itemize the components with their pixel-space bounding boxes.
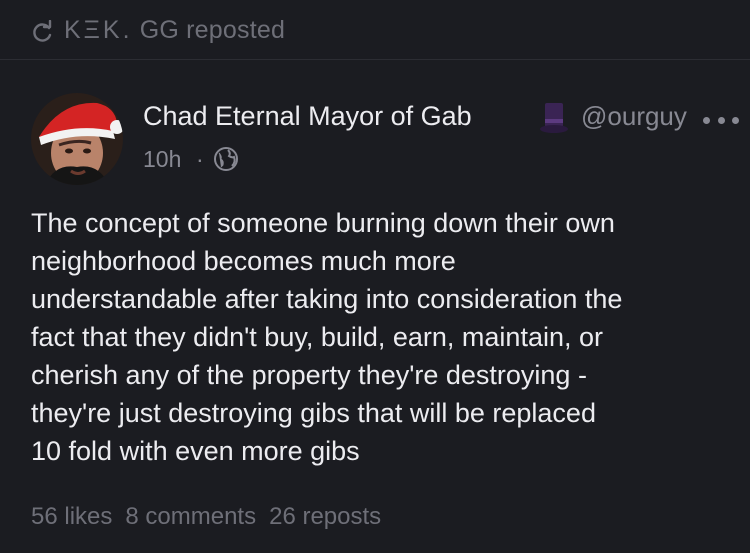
post-body-line: 10 fold with even more gibs: [31, 436, 360, 466]
repost-action-text: reposted: [186, 16, 286, 44]
repost-icon: [33, 20, 52, 42]
author-handle[interactable]: @ourguy: [581, 101, 687, 132]
comments-count[interactable]: 8 comments: [125, 503, 256, 530]
post-body-line: The concept of someone burning down thei…: [31, 208, 615, 238]
post-body-line: fact that they didn't buy, build, earn, …: [31, 322, 603, 352]
reposter-name[interactable]: KΞK.: [64, 16, 133, 44]
more-dot-icon: [732, 116, 739, 124]
post-stats: 56 likes 8 comments 26 reposts: [31, 503, 381, 531]
more-options-button[interactable]: [703, 111, 739, 129]
post-body: The concept of someone burning down thei…: [31, 204, 731, 470]
timestamp-separator: ·: [196, 146, 204, 172]
post-body-line: understandable after taking into conside…: [31, 284, 623, 314]
post-body-line: neighborhood becomes much more: [31, 246, 456, 276]
post-body-line: cherish any of the property they're dest…: [31, 360, 587, 390]
post-body-line: they're just destroying gibs that will b…: [31, 398, 596, 428]
globe-icon: [214, 147, 238, 171]
author-display-name[interactable]: Chad Eternal Mayor of Gab: [143, 101, 472, 132]
reposts-count[interactable]: 26 reposts: [269, 503, 381, 530]
top-hat-icon: [540, 103, 568, 133]
more-dot-icon: [703, 116, 710, 124]
post-timestamp[interactable]: 10h: [143, 146, 181, 173]
avatar-image: [31, 93, 123, 185]
reposter-suffix[interactable]: GG: [140, 16, 179, 44]
repost-header: KΞK. GG reposted: [0, 0, 750, 60]
more-dot-icon: [717, 116, 725, 124]
likes-count[interactable]: 56 likes: [31, 503, 112, 530]
repost-text: KΞK. GG reposted: [64, 16, 285, 45]
avatar[interactable]: [31, 93, 123, 185]
